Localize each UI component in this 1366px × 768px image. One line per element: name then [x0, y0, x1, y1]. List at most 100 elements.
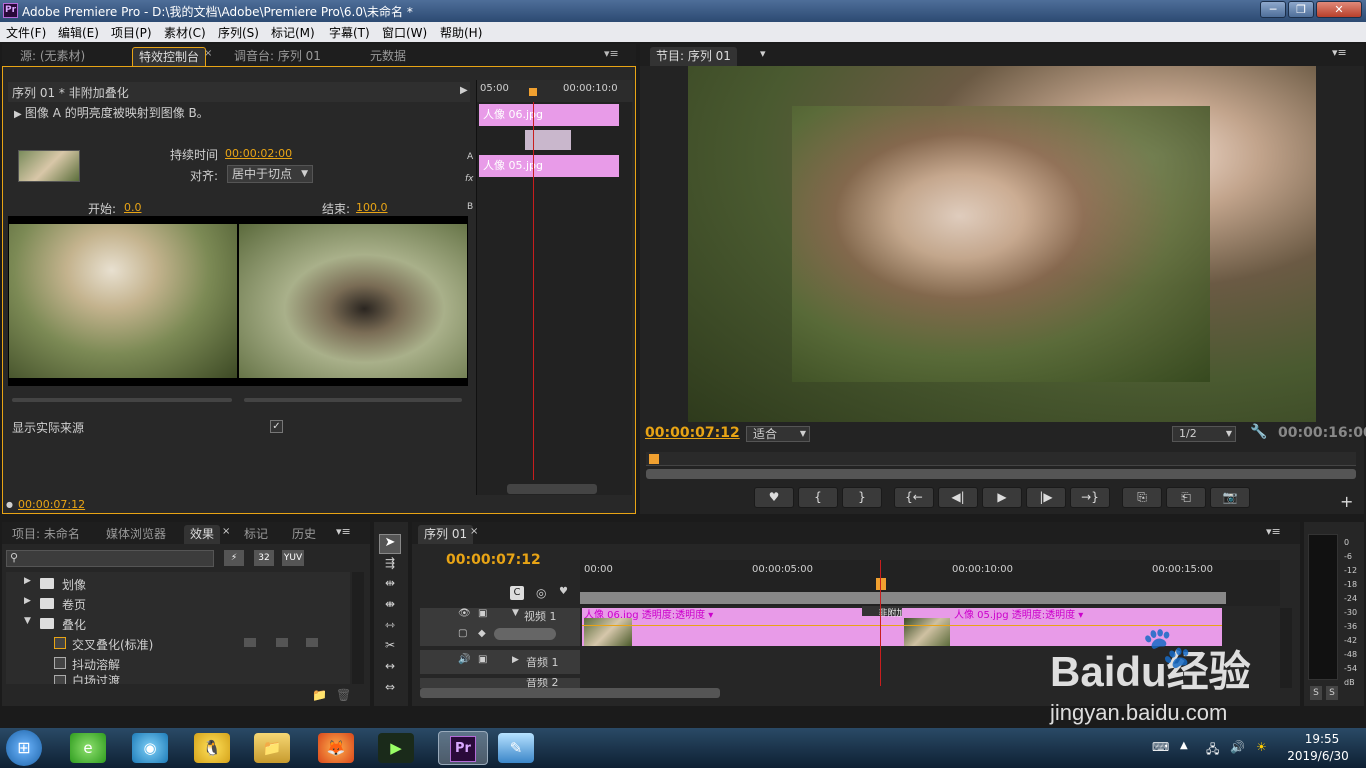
slide-tool-icon[interactable]: ⇔ — [379, 680, 401, 700]
premiere-taskbar-icon[interactable]: Pr — [438, 731, 488, 765]
program-playhead-icon[interactable] — [649, 454, 659, 464]
close-effects-tab-icon[interactable]: × — [222, 526, 230, 537]
volume-icon[interactable]: 🔊 — [1230, 740, 1245, 754]
end-slider[interactable] — [244, 398, 462, 402]
accelerated-effects-icon[interactable]: ⚡ — [224, 550, 244, 566]
effects-panel-menu-icon[interactable]: ▾≡ — [336, 525, 351, 538]
expand-arrow-icon[interactable]: ▶ — [512, 655, 519, 665]
tab-sequence[interactable]: 序列 01 — [418, 525, 474, 544]
panel-menu-icon[interactable]: ▾≡ — [604, 47, 619, 60]
add-marker-icon[interactable]: ♥ — [559, 586, 568, 597]
display-style-toggle[interactable] — [494, 628, 556, 640]
program-zoom-bar[interactable] — [646, 469, 1356, 479]
tree-effect-cross-dissolve[interactable]: 交叉叠化(标准) — [6, 634, 350, 652]
tab-audio-mixer[interactable]: 调音台: 序列 01 — [228, 47, 327, 66]
start-value[interactable]: 0.0 — [124, 201, 142, 214]
menu-project[interactable]: 项目(P) — [111, 24, 152, 41]
program-time-ruler[interactable] — [646, 452, 1356, 466]
clock-time[interactable]: 19:55 — [1292, 732, 1352, 746]
notes-app-icon[interactable]: ✎ — [498, 733, 534, 763]
expand-arrow-icon[interactable]: ▶ — [24, 576, 31, 586]
mini-scrollbar[interactable] — [507, 484, 597, 494]
slip-tool-icon[interactable]: ↔ — [379, 659, 401, 679]
tab-markers[interactable]: 标记 — [238, 525, 274, 544]
start-slider[interactable] — [12, 398, 232, 402]
menu-file[interactable]: 文件(F) — [6, 24, 46, 41]
maximize-button[interactable]: ❐ — [1288, 1, 1314, 18]
mark-in-button[interactable]: { — [798, 487, 838, 508]
tree-folder-wipe[interactable]: ▶ 划像 — [6, 574, 350, 592]
selection-tool-icon[interactable]: ➤ — [379, 534, 401, 554]
close-window-button[interactable]: ✕ — [1316, 1, 1362, 18]
tray-expand-icon[interactable]: ▲ — [1180, 740, 1188, 751]
quality-select[interactable]: 1/2 ▼ — [1172, 426, 1236, 442]
timeline-clip-portrait-06[interactable]: 人像 06.jpg 透明度:透明度 ▾ — [582, 608, 902, 646]
go-to-in-button[interactable]: {← — [894, 487, 934, 508]
mark-out-button[interactable]: } — [842, 487, 882, 508]
mini-clip-b[interactable]: 人像 05.jpg — [479, 155, 619, 177]
power-icon[interactable]: ☀ — [1256, 740, 1267, 754]
tab-effects[interactable]: 效果 — [184, 525, 221, 544]
media-player-icon[interactable]: ◉ — [132, 733, 168, 763]
opacity-line[interactable] — [582, 625, 1222, 626]
tree-folder-page-peel[interactable]: ▶ 卷页 — [6, 594, 350, 612]
timeline-ruler[interactable]: 00:00 00:00:05:00 00:00:10:00 00:00:15:0… — [580, 560, 1280, 606]
mini-clip-a[interactable]: 人像 06.jpg — [479, 104, 619, 126]
tab-project[interactable]: 项目: 未命名 — [6, 525, 86, 544]
keyframe-icon[interactable]: ◆ — [478, 628, 486, 639]
effects-scrollbar[interactable] — [352, 572, 364, 684]
ripple-edit-tool-icon[interactable]: ⇹ — [379, 576, 401, 596]
add-marker-button[interactable]: ♥ — [754, 487, 794, 508]
32bit-effects-button[interactable]: 32 — [254, 550, 274, 566]
solo-right-button[interactable]: S — [1326, 686, 1338, 700]
expand-arrow-icon[interactable]: ▶ — [14, 109, 25, 120]
timeline-timecode[interactable]: 00:00:07:12 — [446, 552, 541, 568]
snap-icon[interactable]: C — [510, 586, 524, 600]
step-forward-button[interactable]: |▶ — [1026, 487, 1066, 508]
program-panel-menu-icon[interactable]: ▾≡ — [1332, 46, 1347, 59]
timeline-v-scrollbar[interactable] — [1280, 608, 1292, 688]
go-to-out-button[interactable]: →} — [1070, 487, 1110, 508]
collapse-arrow-icon[interactable]: ▼ — [512, 608, 519, 618]
menu-help[interactable]: 帮助(H) — [440, 24, 482, 41]
expand-arrow-icon[interactable]: ▶ — [24, 596, 31, 606]
track-select-tool-icon[interactable]: ⇶ — [379, 556, 401, 576]
tab-effect-controls[interactable]: 特效控制台 — [132, 47, 207, 66]
tree-effect-dither-dissolve[interactable]: 抖动溶解 — [6, 654, 350, 672]
step-back-button[interactable]: ◀| — [938, 487, 978, 508]
end-value[interactable]: 100.0 — [356, 201, 388, 214]
close-tab-icon[interactable]: × — [204, 48, 212, 59]
360-browser-icon[interactable]: e — [70, 733, 106, 763]
tree-folder-dissolve[interactable]: ▼ 叠化 — [6, 614, 350, 632]
clock-date[interactable]: 2019/6/30 — [1280, 749, 1356, 763]
rolling-edit-tool-icon[interactable]: ⇼ — [379, 597, 401, 617]
duration-value[interactable]: 00:00:02:00 — [225, 147, 292, 160]
wrench-icon[interactable]: 🔧 — [1250, 424, 1267, 440]
work-area-bar[interactable] — [580, 592, 1226, 604]
tab-media-browser[interactable]: 媒体浏览器 — [100, 525, 172, 544]
align-select[interactable]: 居中于切点 ▼ — [227, 165, 313, 183]
video-editor-icon[interactable]: ▶ — [378, 733, 414, 763]
tree-effect-dip-to-white[interactable]: 白场过渡 — [6, 672, 350, 684]
mini-playhead-icon[interactable] — [529, 88, 537, 96]
tab-metadata[interactable]: 元数据 — [364, 47, 412, 66]
timeline-h-scrollbar[interactable] — [420, 688, 720, 698]
menu-window[interactable]: 窗口(W) — [382, 24, 427, 41]
mini-transition[interactable] — [525, 130, 571, 150]
timeline-panel-menu-icon[interactable]: ▾≡ — [1266, 525, 1281, 538]
menu-edit[interactable]: 编辑(E) — [58, 24, 99, 41]
add-button-icon[interactable]: + — [1340, 492, 1353, 511]
menu-clip[interactable]: 素材(C) — [164, 24, 206, 41]
tab-history[interactable]: 历史 — [286, 525, 322, 544]
close-sequence-tab-icon[interactable]: × — [470, 526, 478, 537]
qq-icon[interactable]: 🐧 — [194, 733, 230, 763]
play-transition-icon[interactable]: ▶ — [460, 85, 468, 96]
delete-icon[interactable]: 🗑 — [336, 688, 351, 702]
timeline-playhead-icon[interactable] — [876, 578, 886, 590]
file-explorer-icon[interactable]: 📁 — [254, 733, 290, 763]
timeline-clip-portrait-05[interactable]: 人像 05.jpg 透明度:透明度 ▾ — [902, 608, 1222, 646]
play-button[interactable]: ▶ — [982, 487, 1022, 508]
program-current-time[interactable]: 00:00:07:12 — [645, 425, 740, 441]
linked-selection-icon[interactable]: ◎ — [536, 586, 546, 600]
speaker-icon[interactable]: 🔊 — [458, 654, 470, 665]
